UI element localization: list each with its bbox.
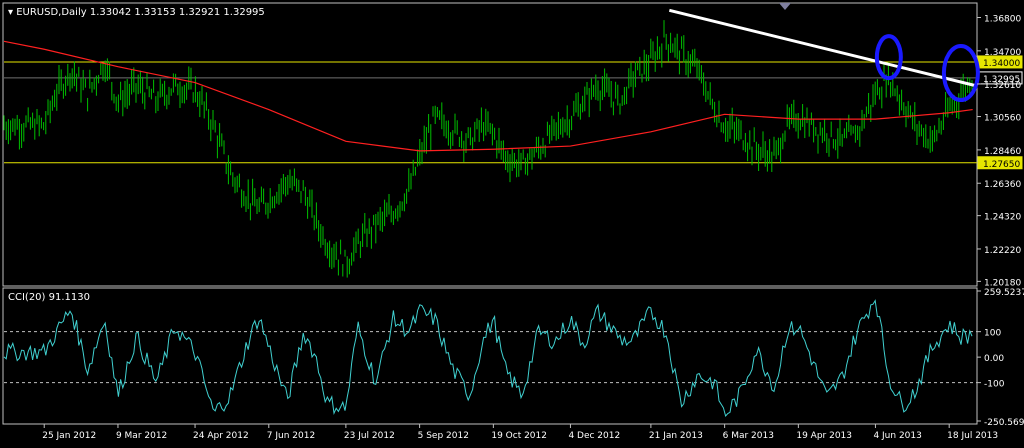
price-axis: 1.36800 1.34700 1.32610 1.30560 1.28460 1.263… <box>977 14 1021 288</box>
ohlc-values: 1.33042 1.33153 1.32921 1.32995 <box>90 7 265 18</box>
price-level-label: 1.27650 <box>983 160 1020 170</box>
time-tick-label: 4 Jun 2013 <box>873 431 921 441</box>
header-row: ▾ EURUSD,Daily 1.33042 1.33153 1.32921 1… <box>8 7 265 18</box>
cci-tick-label: 0.00 <box>984 354 1004 364</box>
time-tick-label: 19 Oct 2012 <box>491 431 547 441</box>
time-tick-label: 5 Sep 2012 <box>418 431 469 441</box>
time-tick-label: 9 Mar 2012 <box>116 431 167 441</box>
price-tick-label: 1.30560 <box>984 114 1021 124</box>
chart-canvas[interactable]: 1.340001.329951.27650 1.368001.347001.32… <box>0 0 1024 444</box>
cci-tick-label: -250.569 <box>984 418 1024 428</box>
time-tick-label: 21 Jan 2013 <box>649 431 703 441</box>
time-tick-label: 4 Dec 2012 <box>568 431 620 441</box>
time-tick-label: 7 Jun 2012 <box>267 431 315 441</box>
price-tick-label: 1.20180 <box>984 278 1021 288</box>
time-tick-label: 23 Jul 2012 <box>344 431 395 441</box>
time-tick-label: 25 Jan 2012 <box>42 431 96 441</box>
price-tick-label: 1.34700 <box>984 48 1021 58</box>
time-tick-label: 6 Mar 2013 <box>723 431 774 441</box>
price-tick-label: 1.28460 <box>984 147 1021 157</box>
price-level-label: 1.34000 <box>983 59 1020 69</box>
collapse-triangle-icon[interactable]: ▾ <box>8 7 16 18</box>
price-tick-label: 1.24320 <box>984 213 1021 223</box>
trading-chart[interactable]: 1.34000 1.32995 1.27650 1.36800 1.34700 1.32… <box>0 0 1024 444</box>
time-tick-label: 18 Jul 2013 <box>947 431 998 441</box>
cci-tick-label: -100 <box>984 380 1005 390</box>
price-tick-label: 1.22220 <box>984 246 1021 256</box>
time-tick-label: 24 Apr 2012 <box>193 431 249 441</box>
cci-tick-label: 100 <box>984 329 1001 339</box>
price-tick-label: 1.32610 <box>984 81 1021 91</box>
indicator-label: CCI(20) 91.1130 <box>8 292 90 303</box>
price-tick-label: 1.36800 <box>984 14 1021 24</box>
symbol-label: EURUSD,Daily <box>16 7 87 18</box>
cci-tick-label: 259.5237 <box>984 288 1024 298</box>
price-tick-label: 1.26360 <box>984 180 1021 190</box>
time-tick-label: 19 Apr 2013 <box>796 431 852 441</box>
